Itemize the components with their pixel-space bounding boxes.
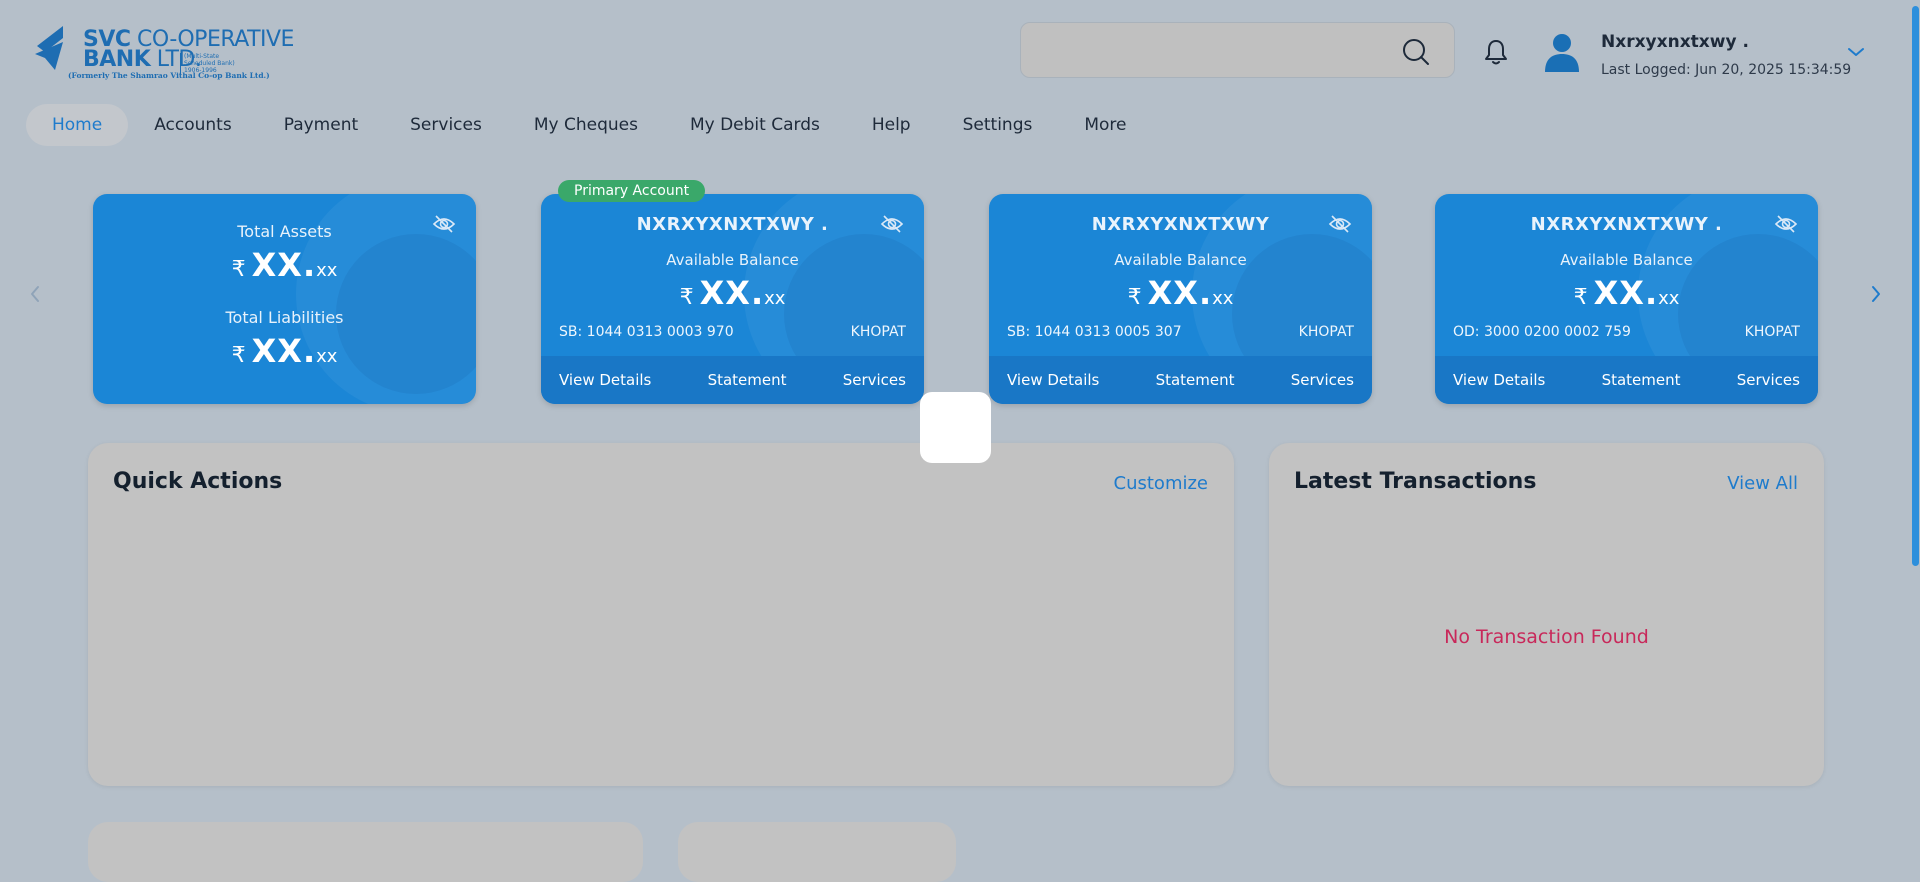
bank-logo[interactable]: SVC CO-OPERATIVE BANK LTD. (Multi-State …	[33, 24, 294, 84]
account-number: SB: 1044 0313 0005 307	[1007, 324, 1182, 340]
loading-spinner	[920, 392, 991, 463]
chevron-down-icon[interactable]	[1846, 44, 1866, 60]
bell-icon[interactable]	[1483, 38, 1509, 66]
view-details-link[interactable]: View Details	[559, 371, 651, 389]
view-details-link[interactable]: View Details	[1453, 371, 1545, 389]
account-card[interactable]: NXRXYXNXTXWY . Available Balance ₹ XX.xx …	[541, 194, 924, 404]
main-nav: Home Accounts Payment Services My Cheque…	[26, 104, 1153, 146]
account-holder-name: NXRXYXNXTXWY .	[1530, 214, 1723, 235]
user-avatar-icon[interactable]	[1544, 32, 1580, 72]
summary-card[interactable]: Total Assets ₹ XX.xx Total Liabilities ₹ X…	[93, 194, 476, 404]
statement-link[interactable]: Statement	[708, 371, 787, 389]
page-scrollbar-thumb[interactable]	[1912, 6, 1919, 566]
nav-item-more[interactable]: More	[1058, 104, 1152, 146]
total-assets-amount: ₹ XX.xx	[231, 246, 338, 284]
quick-actions-panel: Quick Actions Customize	[88, 443, 1234, 786]
services-link[interactable]: Services	[843, 371, 906, 389]
nav-item-settings[interactable]: Settings	[937, 104, 1059, 146]
available-balance-amount: ₹ XX.xx	[679, 274, 786, 312]
search-box[interactable]	[1020, 22, 1455, 78]
bottom-panel	[678, 822, 956, 882]
carousel-prev-icon[interactable]	[27, 284, 43, 304]
nav-item-my-cheques[interactable]: My Cheques	[508, 104, 664, 146]
services-link[interactable]: Services	[1291, 371, 1354, 389]
available-balance-label: Available Balance	[666, 251, 799, 269]
nav-item-my-debit-cards[interactable]: My Debit Cards	[664, 104, 846, 146]
carousel-next-icon[interactable]	[1868, 284, 1884, 304]
last-logged-timestamp: Last Logged: Jun 20, 2025 15:34:59	[1601, 62, 1852, 78]
empty-state-message: No Transaction Found	[1444, 626, 1649, 648]
view-details-link[interactable]: View Details	[1007, 371, 1099, 389]
latest-transactions-panel: Latest Transactions View All No Transact…	[1269, 443, 1824, 786]
account-card[interactable]: NXRXYXNXTXWY Available Balance ₹ XX.xx SB…	[989, 194, 1372, 404]
bottom-panel	[88, 822, 643, 882]
nav-item-help[interactable]: Help	[846, 104, 937, 146]
available-balance-amount: ₹ XX.xx	[1573, 274, 1680, 312]
available-balance-label: Available Balance	[1560, 251, 1693, 269]
account-number: OD: 3000 0200 0002 759	[1453, 324, 1631, 340]
nav-item-accounts[interactable]: Accounts	[128, 104, 258, 146]
nav-item-payment[interactable]: Payment	[258, 104, 384, 146]
total-liabilities-label: Total Liabilities	[225, 308, 344, 327]
logo-mark-icon	[35, 26, 63, 70]
customize-link[interactable]: Customize	[1114, 473, 1208, 494]
account-number: SB: 1044 0313 0003 970	[559, 324, 734, 340]
statement-link[interactable]: Statement	[1156, 371, 1235, 389]
available-balance-label: Available Balance	[1114, 251, 1247, 269]
nav-item-home[interactable]: Home	[26, 104, 129, 146]
branch-name: KHOPAT	[850, 324, 906, 340]
account-holder-name: NXRXYXNXTXWY	[1091, 214, 1270, 235]
primary-account-badge: Primary Account	[558, 180, 706, 202]
nav-item-services[interactable]: Services	[384, 104, 508, 146]
total-liabilities-amount: ₹ XX.xx	[231, 332, 338, 370]
user-name: Nxrxyxnxtxwy .	[1601, 32, 1749, 52]
search-icon[interactable]	[1402, 38, 1430, 66]
account-holder-name: NXRXYXNXTXWY .	[636, 214, 829, 235]
branch-name: KHOPAT	[1744, 324, 1800, 340]
total-assets-label: Total Assets	[237, 222, 332, 241]
view-all-link[interactable]: View All	[1727, 473, 1798, 494]
statement-link[interactable]: Statement	[1602, 371, 1681, 389]
quick-actions-title: Quick Actions	[113, 469, 283, 494]
search-input[interactable]	[1035, 33, 1399, 69]
services-link[interactable]: Services	[1737, 371, 1800, 389]
account-card[interactable]: NXRXYXNXTXWY . Available Balance ₹ XX.xx …	[1435, 194, 1818, 404]
branch-name: KHOPAT	[1298, 324, 1354, 340]
latest-transactions-title: Latest Transactions	[1294, 469, 1537, 494]
available-balance-amount: ₹ XX.xx	[1127, 274, 1234, 312]
logo-formerly: (Formerly The Shamrao Vithal Co-op Bank …	[68, 71, 270, 80]
logo-text-bank: BANK	[83, 47, 151, 72]
